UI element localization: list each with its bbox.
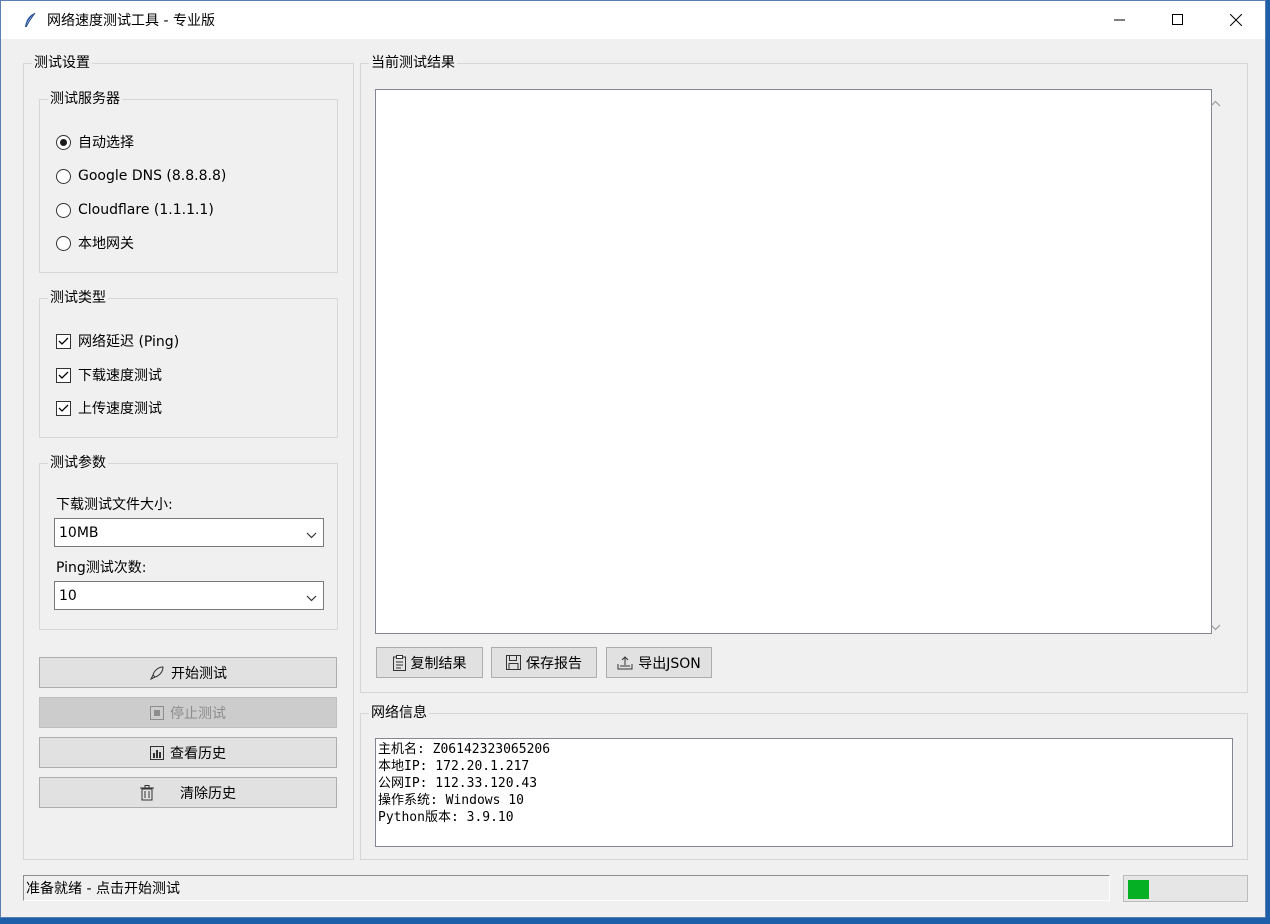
- title-bar: 网络速度测试工具 - 专业版: [1, 1, 1265, 39]
- params-group: 测试参数 下载测试文件大小: 10MB Ping测试次数: 10: [39, 454, 338, 630]
- ping-count-select[interactable]: 10: [54, 581, 324, 610]
- chevron-down-icon[interactable]: [306, 590, 317, 606]
- checkmark-icon: [58, 404, 69, 412]
- view-history-label: 查看历史: [170, 745, 226, 762]
- floppy-disk-icon: [506, 655, 521, 670]
- params-group-label: 测试参数: [48, 454, 108, 472]
- minimize-icon: [1114, 19, 1125, 21]
- copy-results-button[interactable]: 复制结果: [376, 647, 483, 678]
- download-size-select[interactable]: 10MB: [54, 518, 324, 547]
- bar-chart-icon: [150, 745, 164, 760]
- download-size-label: 下载测试文件大小:: [56, 497, 173, 513]
- type-group-label: 测试类型: [48, 289, 108, 307]
- radio-server-google[interactable]: Google DNS (8.8.8.8): [56, 166, 226, 186]
- export-json-label: 导出JSON: [638, 655, 701, 672]
- start-test-label: 开始测试: [171, 665, 227, 682]
- progress-fill: [1128, 880, 1149, 899]
- python-version-line: Python版本: 3.9.10: [378, 810, 514, 825]
- stop-icon: [150, 705, 164, 720]
- radio-button[interactable]: [56, 168, 71, 184]
- radio-label: Cloudflare (1.1.1.1): [78, 202, 214, 218]
- radio-server-auto[interactable]: 自动选择: [56, 132, 134, 152]
- scroll-down-icon[interactable]: [1210, 619, 1221, 635]
- close-button[interactable]: [1207, 1, 1265, 39]
- checkbox[interactable]: [56, 367, 71, 383]
- checkbox-label: 下载速度测试: [78, 368, 162, 384]
- rocket-icon: [149, 665, 165, 681]
- hostname-line: 主机名: Z06142323065206: [378, 742, 551, 757]
- status-bar: 准备就绪 - 点击开始测试: [23, 875, 1110, 901]
- app-window: 网络速度测试工具 - 专业版 测试设置 测试服务器 自动选择 Google DN…: [0, 0, 1266, 918]
- trash-icon: [140, 784, 154, 801]
- radio-server-cloudflare[interactable]: Cloudflare (1.1.1.1): [56, 200, 214, 220]
- save-report-button[interactable]: 保存报告: [491, 647, 597, 678]
- radio-server-gateway[interactable]: 本地网关: [56, 233, 134, 253]
- progress-bar: [1123, 875, 1248, 902]
- radio-label: 自动选择: [78, 135, 134, 151]
- radio-button[interactable]: [56, 235, 71, 251]
- status-text: 准备就绪 - 点击开始测试: [26, 881, 180, 897]
- clear-history-button[interactable]: 清除历史: [39, 777, 337, 808]
- radio-label: 本地网关: [78, 236, 134, 252]
- maximize-icon: [1172, 14, 1183, 25]
- ping-count-value: 10: [59, 587, 77, 604]
- radio-label: Google DNS (8.8.8.8): [78, 168, 227, 184]
- results-textarea[interactable]: [375, 89, 1212, 634]
- checkbox-ping[interactable]: 网络延迟 (Ping): [56, 331, 179, 351]
- maximize-button[interactable]: [1149, 1, 1207, 39]
- view-history-button[interactable]: 查看历史: [39, 737, 337, 768]
- server-group-label: 测试服务器: [48, 90, 122, 108]
- checkmark-icon: [58, 337, 69, 345]
- checkbox[interactable]: [56, 333, 71, 349]
- checkbox[interactable]: [56, 400, 71, 416]
- local-ip-line: 本地IP: 172.20.1.217: [378, 759, 530, 774]
- network-group-label: 网络信息: [369, 704, 429, 722]
- clipboard-icon: [392, 654, 406, 671]
- download-size-value: 10MB: [59, 524, 99, 541]
- checkbox-upload[interactable]: 上传速度测试: [56, 398, 162, 418]
- radio-button[interactable]: [56, 202, 71, 218]
- start-test-button[interactable]: 开始测试: [39, 657, 337, 688]
- chevron-down-icon[interactable]: [306, 527, 317, 543]
- network-info-textarea[interactable]: 主机名: Z06142323065206 本地IP: 172.20.1.217 …: [375, 738, 1233, 847]
- minimize-button[interactable]: [1091, 1, 1149, 39]
- server-group: 测试服务器 自动选择 Google DNS (8.8.8.8) Cloudfla…: [39, 90, 338, 273]
- scroll-up-icon[interactable]: [1210, 95, 1221, 111]
- stop-test-label: 停止测试: [170, 705, 226, 722]
- checkbox-download[interactable]: 下载速度测试: [56, 365, 162, 385]
- type-group: 测试类型 网络延迟 (Ping) 下载速度测试 上传速度测试: [39, 289, 338, 438]
- settings-group-label: 测试设置: [32, 54, 92, 72]
- public-ip-line: 公网IP: 112.33.120.43: [378, 776, 538, 791]
- close-icon: [1230, 14, 1242, 26]
- ping-count-label: Ping测试次数:: [56, 560, 147, 576]
- copy-results-label: 复制结果: [410, 655, 467, 672]
- clear-history-label: 清除历史: [180, 785, 236, 802]
- save-report-label: 保存报告: [526, 655, 582, 672]
- checkbox-label: 上传速度测试: [78, 401, 162, 417]
- export-icon: [617, 655, 633, 670]
- os-line: 操作系统: Windows 10: [378, 793, 524, 808]
- window-title: 网络速度测试工具 - 专业版: [47, 13, 215, 29]
- export-json-button[interactable]: 导出JSON: [606, 647, 712, 678]
- stop-test-button[interactable]: 停止测试: [39, 697, 337, 728]
- radio-button[interactable]: [56, 134, 71, 150]
- checkmark-icon: [58, 371, 69, 379]
- results-group-label: 当前测试结果: [369, 54, 457, 72]
- checkbox-label: 网络延迟 (Ping): [78, 334, 180, 350]
- feather-icon: [23, 12, 39, 28]
